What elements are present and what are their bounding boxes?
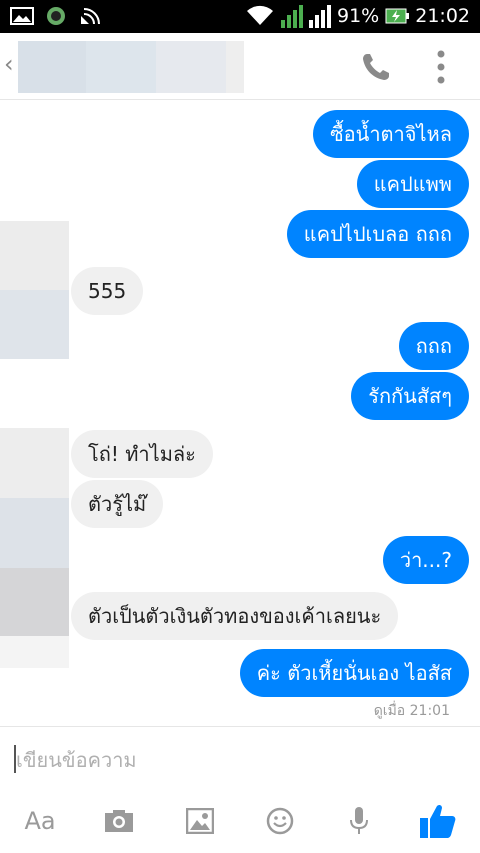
battery-charging-icon (385, 8, 410, 24)
outgoing-message[interactable]: ซื้อน้ำตาจิไหล (313, 110, 469, 158)
clock: 21:02 (415, 5, 470, 27)
outgoing-message[interactable]: ว่า...? (382, 536, 469, 584)
hotspot-icon (81, 8, 100, 25)
composer (0, 726, 480, 791)
message-list: ซื้อน้ำตาจิไหล แคปแพพ แคปไปเบลอ ถถถ 555 … (0, 100, 480, 725)
text-cursor (14, 745, 16, 773)
incoming-message[interactable]: ตัวรู้ไม๊ (71, 480, 164, 528)
notification-icons (10, 6, 102, 26)
composer-toolbar: Aa (0, 790, 480, 853)
status-bar: 91% 21:02 (0, 0, 480, 33)
more-options-icon[interactable] (436, 50, 446, 84)
outgoing-message[interactable]: แคปแพพ (356, 160, 469, 208)
battery-percent: 91% (337, 5, 380, 27)
microphone-icon[interactable] (337, 800, 381, 842)
blurred-contact-name (18, 41, 244, 93)
conversation-header: ‹ (0, 33, 480, 100)
incoming-message[interactable]: 555 (71, 267, 144, 315)
wifi-icon (247, 5, 273, 25)
thumbs-up-icon (420, 804, 456, 838)
gallery-icon (10, 7, 34, 25)
avatar (0, 221, 69, 359)
signal-sim1-icon (281, 5, 303, 28)
image-icon[interactable] (178, 800, 222, 842)
incoming-message[interactable]: ตัวเป็นตัวเงินตัวทองของเค้าเลยนะ (71, 592, 399, 640)
signal-sim2-icon (309, 5, 331, 28)
emoji-icon[interactable] (258, 800, 302, 842)
avatar (0, 428, 69, 668)
text-format-label: Aa (24, 807, 56, 835)
seen-status: ดูเมื่อ 21:01 (373, 703, 450, 719)
outgoing-message[interactable]: ถถถ (398, 322, 469, 370)
phone-call-icon[interactable] (360, 51, 392, 83)
camera-icon[interactable] (97, 800, 141, 842)
outgoing-message[interactable]: ค่ะ ตัวเหี้ยนั่นเอง ไอสัส (239, 649, 469, 697)
back-icon[interactable]: ‹ (4, 50, 14, 78)
text-format-icon[interactable]: Aa (18, 800, 62, 842)
system-icons: 91% 21:02 (245, 4, 470, 28)
message-input[interactable] (14, 739, 458, 781)
image-icon (186, 808, 214, 834)
incoming-message[interactable]: โถ่! ทำไมล่ะ (71, 430, 213, 478)
microphone-icon (350, 807, 368, 834)
outgoing-message[interactable]: รักกันสัสๆ (351, 372, 469, 420)
app-notification-icon (47, 7, 65, 25)
camera-icon (105, 810, 133, 832)
thumbs-up-icon[interactable] (416, 800, 460, 842)
emoji-icon (266, 807, 294, 835)
outgoing-message[interactable]: แคปไปเบลอ ถถถ (286, 210, 469, 258)
